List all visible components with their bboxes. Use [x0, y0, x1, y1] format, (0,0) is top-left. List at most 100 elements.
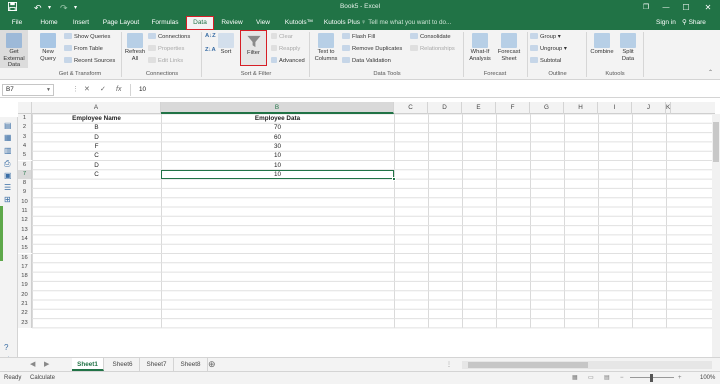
page-layout-view-icon[interactable]: ▭	[588, 372, 594, 384]
page-break-view-icon[interactable]: ▤	[604, 372, 610, 384]
column-header-j[interactable]: J	[632, 102, 666, 114]
row-header-22[interactable]: 22	[18, 309, 32, 319]
subtotal-button[interactable]: Subtotal	[530, 57, 561, 65]
row-header-7[interactable]: 7	[18, 169, 32, 180]
sheet-tab-sheet7[interactable]: Sheet7	[140, 358, 174, 371]
vertical-scrollbar[interactable]	[712, 114, 720, 359]
get-external-data-button[interactable]: Get External Data	[0, 30, 28, 68]
tab-file[interactable]: File	[6, 17, 28, 29]
column-header-d[interactable]: D	[428, 102, 462, 114]
remove-duplicates-button[interactable]: Remove Duplicates	[342, 45, 402, 53]
clear-button[interactable]: Clear	[271, 33, 293, 41]
cell-b2[interactable]: 70	[161, 123, 394, 132]
sort-ascending-button[interactable]: A↓Z	[205, 33, 216, 40]
row-header-5[interactable]: 5	[18, 151, 32, 161]
fill-handle[interactable]	[392, 177, 396, 182]
row-header-17[interactable]: 17	[18, 262, 32, 273]
flash-fill-button[interactable]: Flash Fill	[342, 33, 375, 41]
from-table-button[interactable]: From Table	[64, 45, 103, 53]
split-data-button[interactable]: Split Data	[617, 30, 639, 62]
normal-view-icon[interactable]: ▦	[572, 372, 578, 384]
column-header-g[interactable]: G	[530, 102, 564, 114]
collapse-ribbon-icon[interactable]: ⌃	[708, 70, 713, 77]
pane-resize-bar[interactable]	[0, 206, 3, 261]
zoom-out-icon[interactable]: −	[620, 372, 624, 384]
zoom-slider-thumb[interactable]	[650, 374, 653, 382]
cell-a4[interactable]: F	[32, 142, 161, 151]
close-icon[interactable]: ✕	[698, 1, 718, 14]
tab-formulas[interactable]: Formulas	[148, 17, 182, 29]
row-header-2[interactable]: 2	[18, 123, 32, 133]
cell-b4[interactable]: 30	[161, 142, 394, 151]
row-header-23[interactable]: 23	[18, 318, 32, 328]
tab-data[interactable]: Data	[186, 16, 214, 30]
cell-b6[interactable]: 10	[161, 161, 394, 170]
column-header-a[interactable]: A	[32, 102, 161, 114]
column-header-b[interactable]: B	[161, 102, 394, 114]
column-list-icon[interactable]: ☰	[4, 183, 11, 192]
cell-b3[interactable]: 60	[161, 133, 394, 142]
zoom-level[interactable]: 100%	[700, 372, 715, 384]
tab-kutools-plus[interactable]: Kutools Plus	[322, 17, 362, 29]
recent-sources-button[interactable]: Recent Sources	[64, 57, 115, 65]
workbook-icon[interactable]: ▦	[4, 133, 12, 142]
properties-button[interactable]: Properties	[148, 45, 184, 53]
cell-a5[interactable]: C	[32, 151, 161, 160]
sheet-tab-sheet6[interactable]: Sheet6	[106, 358, 140, 371]
data-validation-button[interactable]: Data Validation	[342, 57, 391, 65]
refresh-all-button[interactable]: Refresh All	[124, 30, 146, 62]
cell-a7[interactable]: C	[32, 170, 161, 179]
active-cell-b7[interactable]	[161, 169, 396, 182]
filter-button[interactable]: Filter	[241, 31, 266, 57]
sheet-tab-sheet1[interactable]: Sheet1	[72, 358, 104, 371]
cell-b5[interactable]: 10	[161, 151, 394, 160]
row-header-19[interactable]: 19	[18, 281, 32, 291]
row-header-10[interactable]: 10	[18, 197, 32, 207]
column-header-f[interactable]: F	[496, 102, 530, 114]
text-to-columns-button[interactable]: Text to Columns	[312, 30, 340, 62]
column-header-k[interactable]: K	[666, 102, 672, 114]
cell-a6[interactable]: D	[32, 161, 161, 170]
tab-review[interactable]: Review	[218, 17, 246, 29]
relationships-button[interactable]: Relationships	[410, 45, 455, 53]
row-header-3[interactable]: 3	[18, 132, 32, 142]
maximize-icon[interactable]: ☐	[676, 1, 696, 14]
row-header-11[interactable]: 11	[18, 207, 32, 217]
row-header-18[interactable]: 18	[18, 272, 32, 282]
zoom-in-icon[interactable]: +	[678, 372, 682, 384]
cell-a3[interactable]: D	[32, 133, 161, 142]
split-handle-icon[interactable]: ⋮	[446, 359, 452, 371]
horizontal-scroll-thumb[interactable]	[468, 362, 588, 368]
worksheet-grid[interactable]: ABCDEFGHIJK 1 2 3 4 5 6 7 8 9 10 11 12 13 14 15 16 17 18 1…	[18, 98, 715, 357]
enter-icon[interactable]: ✓	[100, 84, 106, 96]
add-sheet-icon[interactable]: ⊕	[208, 359, 216, 370]
minimize-icon[interactable]: —	[656, 1, 676, 14]
column-header-c[interactable]: C	[394, 102, 428, 114]
tab-view[interactable]: View	[250, 17, 276, 29]
row-header-4[interactable]: 4	[18, 141, 32, 152]
help-icon[interactable]: ?	[4, 343, 8, 352]
edit-links-button[interactable]: Edit Links	[148, 57, 183, 65]
insert-function-icon[interactable]: fx	[116, 84, 121, 96]
row-header-9[interactable]: 9	[18, 188, 32, 198]
tab-page-layout[interactable]: Page Layout	[100, 17, 142, 29]
what-if-analysis-button[interactable]: What-If Analysis	[466, 30, 494, 62]
name-box[interactable]: B7 ▼	[2, 84, 54, 96]
column-header-i[interactable]: I	[598, 102, 632, 114]
cell-a2[interactable]: B	[32, 123, 161, 132]
column-header-e[interactable]: E	[462, 102, 496, 114]
combine-button[interactable]: Combine	[589, 30, 615, 56]
status-calculate[interactable]: Calculate	[30, 372, 55, 384]
row-header-16[interactable]: 16	[18, 253, 32, 263]
find-icon[interactable]: ⊞	[4, 195, 11, 204]
advanced-button[interactable]: Advanced	[271, 57, 305, 65]
sheet-list-icon[interactable]: ▥	[4, 146, 12, 155]
tell-me-search[interactable]: ♀ Tell me what you want to do...	[361, 17, 451, 29]
sheet-tab-sheet8[interactable]: Sheet8	[174, 358, 208, 371]
navigation-icon[interactable]: ▤	[4, 121, 12, 130]
ribbon-display-icon[interactable]: ❐	[636, 1, 656, 14]
next-sheet-icon[interactable]: ▶	[44, 359, 49, 371]
resource-icon[interactable]: ▣	[4, 171, 12, 180]
formula-input[interactable]: 10	[130, 84, 715, 96]
column-header-h[interactable]: H	[564, 102, 598, 114]
